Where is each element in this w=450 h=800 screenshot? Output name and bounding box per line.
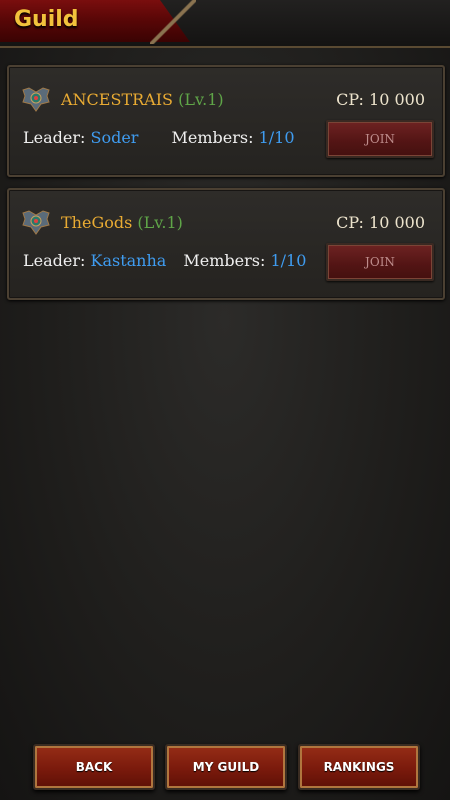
leader-name[interactable]: Kastanha	[90, 251, 166, 270]
guild-card: ANCESTRAIS (Lv.1) CP: 10 000 Leader: Sod…	[7, 65, 445, 177]
header-bar: Guild	[0, 0, 450, 48]
guild-level: (Lv.1)	[137, 213, 183, 232]
members-label: Members:	[183, 251, 266, 270]
page-title: Guild	[14, 7, 79, 32]
guild-name: ANCESTRAIS (Lv.1)	[61, 90, 224, 109]
join-button[interactable]: JOIN	[326, 243, 434, 281]
leader-label: Leader:	[23, 251, 86, 270]
guild-card: TheGods (Lv.1) CP: 10 000 Leader: Kastan…	[7, 188, 445, 300]
guild-cp: CP: 10 000	[336, 90, 425, 109]
leader-label: Leader:	[23, 128, 86, 147]
leader-name[interactable]: Soder	[90, 128, 138, 147]
back-button[interactable]: BACK	[33, 744, 155, 790]
guild-emblem-icon	[22, 87, 50, 112]
join-button[interactable]: JOIN	[326, 120, 434, 158]
guild-info: Leader: Kastanha Members: 1/10	[23, 251, 306, 270]
my-guild-button[interactable]: MY GUILD	[165, 744, 287, 790]
rankings-button[interactable]: RANKINGS	[298, 744, 420, 790]
header-tab-edge	[150, 0, 196, 44]
guild-cp: CP: 10 000	[336, 213, 425, 232]
guild-info: Leader: Soder Members: 1/10	[23, 128, 295, 147]
guild-level: (Lv.1)	[178, 90, 224, 109]
members-count: 1/10	[258, 128, 295, 147]
guild-emblem-icon	[22, 210, 50, 235]
members-label: Members:	[171, 128, 254, 147]
members-count: 1/10	[270, 251, 307, 270]
guild-name: TheGods (Lv.1)	[61, 213, 183, 232]
